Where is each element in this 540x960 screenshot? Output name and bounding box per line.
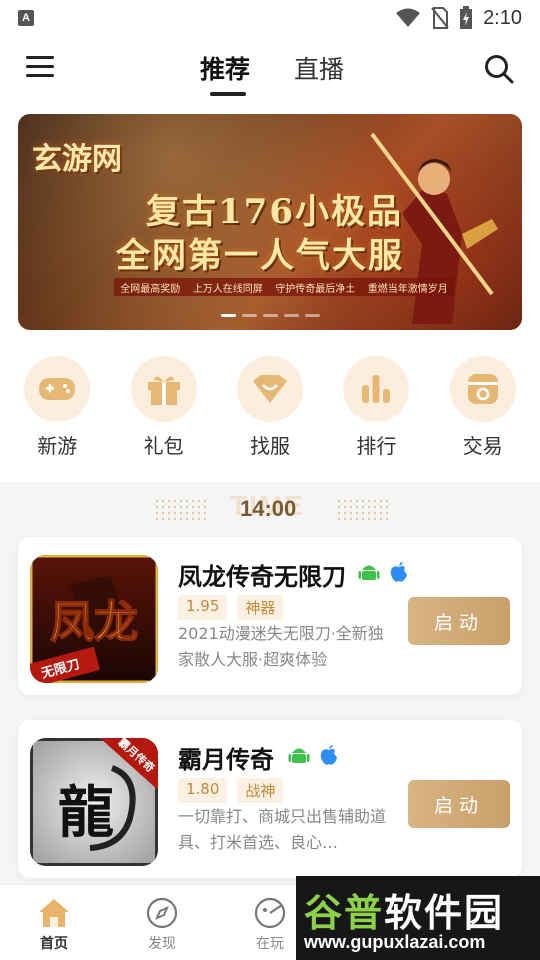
bottom-nav-home[interactable]: 首页 (0, 885, 108, 960)
banner-logo: 玄游网 (32, 142, 122, 177)
pagination-dot-active[interactable] (221, 314, 236, 317)
no-sim-icon (431, 7, 449, 29)
gamepad-icon (39, 378, 76, 400)
promo-banner[interactable]: 玄游网 复古176小极品 全网第一人气大服 全网最高奖励 上万人在线同屏 守护传… (18, 114, 522, 330)
quick-nav-ranking[interactable]: 排行 (331, 356, 421, 466)
active-tab-indicator (210, 92, 246, 96)
banner-subtitle-item: 上万人在线同屏 (192, 283, 263, 295)
tab-recommend-label: 推荐 (200, 55, 251, 84)
apple-icon (320, 745, 337, 765)
game-description: 2021动漫迷失无限刀·全新独家散人大服·超爽体验 (178, 624, 384, 669)
playing-icon (254, 897, 286, 929)
clock: 2:10 (483, 6, 522, 29)
tab-recommend[interactable]: 推荐 (200, 50, 251, 96)
game-card[interactable]: 凤龙 无限刀 凤龙传奇无限刀 1.95 神器 2021动漫迷失无限刀·全新独家散… (18, 537, 522, 695)
game-tags: 1.80 战神 (178, 778, 284, 803)
banner-subtitle-item: 全网最高奖励 (120, 283, 181, 295)
quick-nav-label: 礼包 (143, 434, 184, 458)
quick-nav-gift[interactable]: 礼包 (119, 356, 209, 466)
category-tag: 神器 (237, 595, 284, 620)
watermark-title-prefix: 谷普 (304, 891, 385, 935)
pagination-dot[interactable] (242, 314, 257, 317)
bottom-nav-label: 首页 (40, 936, 68, 952)
launch-button[interactable]: 启动 (408, 780, 510, 828)
battery-charging-icon (460, 6, 473, 29)
quick-nav-label: 新游 (37, 434, 78, 458)
version-tag: 1.95 (178, 595, 228, 620)
wifi-icon (396, 8, 421, 27)
version-tag: 1.80 (178, 778, 228, 803)
menu-line (26, 74, 54, 77)
banner-pagination (221, 314, 320, 317)
quick-nav: 新游 礼包 找服 排行 交易 (0, 356, 540, 466)
notification-a-icon: A (18, 10, 34, 26)
menu-button[interactable] (26, 56, 56, 82)
game-cover-art: 凤龙 无限刀 (30, 555, 158, 683)
compass-icon (146, 897, 178, 929)
quick-nav-icon-bg (236, 356, 303, 422)
android-icon (288, 748, 310, 763)
quick-nav-icon-bg (130, 356, 197, 422)
decorative-dots (336, 498, 388, 520)
platform-icons (358, 561, 410, 583)
game-icon-fenglong[interactable]: 凤龙 无限刀 (30, 555, 158, 683)
tab-live[interactable]: 直播 (294, 50, 344, 86)
game-name[interactable]: 霸月传奇 (178, 740, 274, 775)
game-description: 一切靠打、商城只出售辅助道具、打米首选、良心… (178, 807, 387, 852)
platform-icons (288, 744, 340, 766)
search-icon[interactable] (484, 54, 514, 84)
game-card[interactable]: 龍 霸月传奇 霸月传奇 1.80 战神 一切靠打、商城只出售辅助道具、打米首选、… (18, 720, 522, 878)
quick-nav-label: 交易 (462, 434, 503, 458)
quick-nav-icon-bg (343, 356, 410, 422)
watermark-url: www.gupuxlazai.com (304, 932, 486, 952)
bottom-nav-label: 发现 (148, 936, 176, 952)
menu-line (26, 56, 54, 59)
game-icon-bayue[interactable]: 龍 霸月传奇 (30, 738, 158, 866)
time-divider: TIME 14:00 (0, 488, 540, 528)
watermark-title-suffix: 软件园 (384, 891, 505, 935)
launch-button[interactable]: 启动 (408, 597, 510, 645)
gift-icon (147, 376, 180, 405)
menu-line (26, 65, 54, 68)
app-header: 推荐 直播 (0, 36, 540, 102)
home-icon (39, 899, 69, 927)
status-bar: A 2:10 (0, 0, 540, 36)
game-tags: 1.95 神器 (178, 595, 284, 620)
quick-nav-label: 排行 (356, 434, 397, 458)
quick-nav-label: 找服 (249, 434, 290, 458)
game-icon-text: 龍 (58, 780, 114, 846)
banner-subtitle: 全网最高奖励 上万人在线同屏 守护传奇最后净土 重燃当年激情岁月 (114, 278, 454, 296)
watermark-title: 谷普软件园 (304, 882, 504, 937)
trade-icon (467, 374, 498, 404)
category-tag: 战神 (237, 778, 284, 803)
apple-icon (390, 562, 407, 582)
pagination-dot[interactable] (284, 314, 299, 317)
android-icon (358, 565, 380, 580)
pagination-dot[interactable] (305, 314, 320, 317)
time-label: 14:00 (240, 496, 297, 521)
bottom-nav-discover[interactable]: 发现 (108, 885, 216, 960)
banner-subtitle-item: 守护传奇最后净土 (275, 283, 356, 295)
game-icon-text: 凤龙 (50, 597, 138, 648)
quick-nav-new-games[interactable]: 新游 (12, 356, 102, 466)
bottom-nav-label: 在玩 (256, 936, 284, 952)
top-tabs: 推荐 直播 (200, 50, 344, 96)
banner-title-line1: 复古176小极品 (146, 192, 403, 232)
quick-nav-icon-bg (24, 356, 91, 422)
game-cover-art: 龍 霸月传奇 (30, 738, 158, 866)
game-name[interactable]: 凤龙传奇无限刀 (178, 557, 346, 592)
site-watermark: 谷普软件园 www.gupuxlazai.com (296, 876, 540, 960)
quick-nav-icon-bg (449, 356, 516, 422)
tab-live-label: 直播 (294, 55, 345, 84)
pagination-dot[interactable] (263, 314, 278, 317)
status-icons: 2:10 (395, 6, 522, 30)
banner-subtitle-item: 重燃当年激情岁月 (367, 283, 448, 295)
decorative-dots (154, 498, 206, 520)
rank-bars-icon (362, 375, 391, 403)
banner-title-line2: 全网第一人气大服 (116, 236, 404, 276)
quick-nav-trade[interactable]: 交易 (438, 356, 528, 466)
quick-nav-find-server[interactable]: 找服 (225, 356, 315, 466)
heart-icon (252, 375, 287, 403)
